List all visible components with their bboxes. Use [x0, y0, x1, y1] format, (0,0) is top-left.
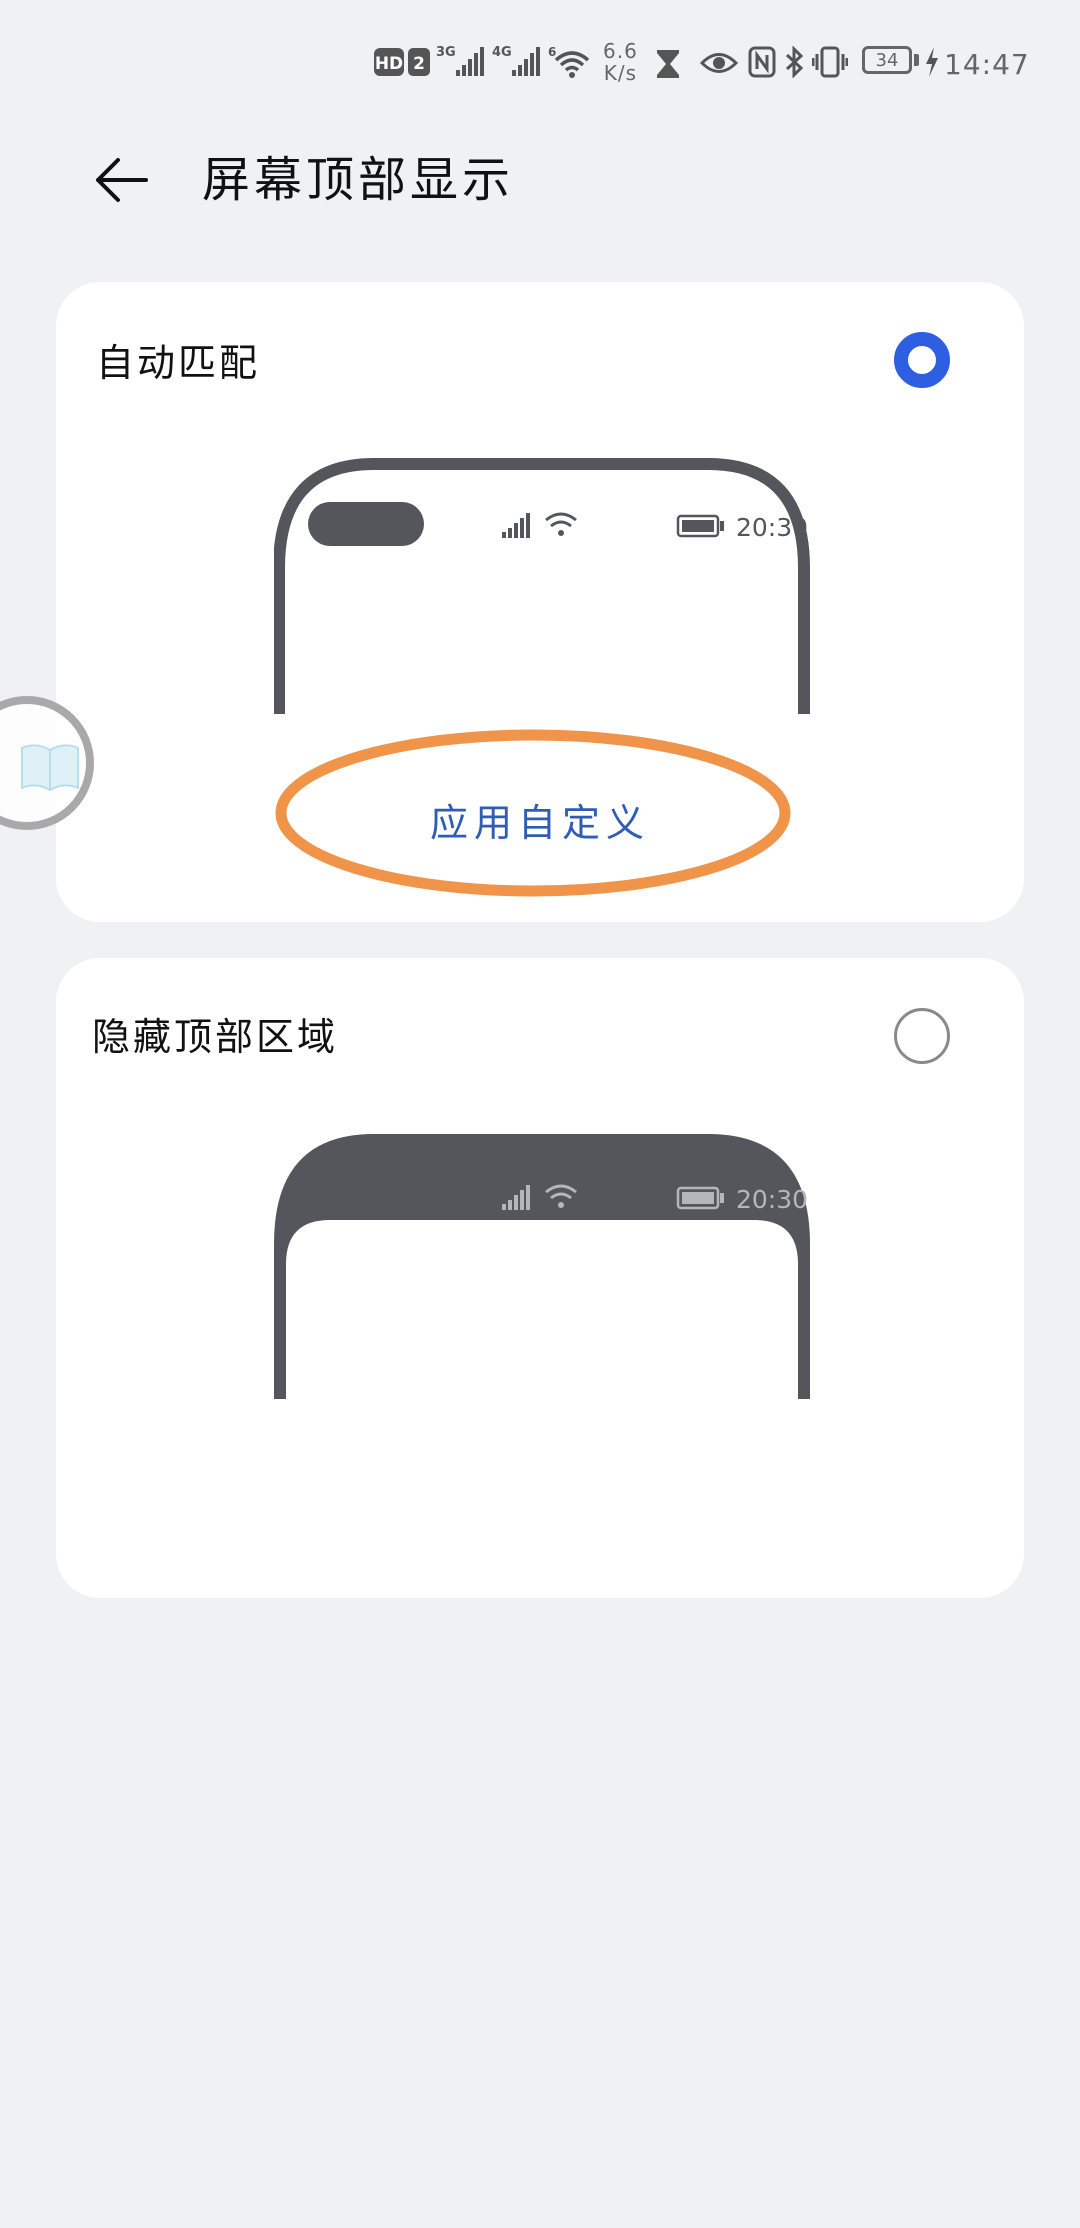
speed-value: 6.6	[603, 39, 638, 63]
preview-time: 20:30	[736, 513, 808, 542]
hd-voice-icon: HD 2	[374, 48, 434, 78]
option-card-hide-top[interactable]: 隐藏顶部区域 20:30	[56, 958, 1024, 1598]
status-time: 14:47	[944, 48, 1030, 81]
preview-signal-icon	[502, 513, 530, 538]
arrow-left-icon	[96, 158, 148, 202]
wifi-gen-label: 6	[548, 45, 556, 59]
status-bar: HD 2 3G 4G 6 6.6 K/s 34 14:47	[0, 40, 1080, 90]
preview-time: 20:30	[736, 1185, 808, 1214]
camera-pill-icon	[308, 502, 424, 546]
network-speed: 6.6 K/s	[603, 40, 638, 84]
option-label-auto-match: 自动匹配	[96, 341, 261, 385]
charging-icon	[924, 46, 940, 78]
net1-label: 3G	[436, 45, 456, 60]
radio-auto-match[interactable]	[894, 332, 950, 388]
preview-wifi-icon	[545, 512, 577, 536]
sim2-label: 2	[413, 54, 425, 74]
vibrate-icon	[812, 46, 848, 78]
signal-3g-icon: 3G	[436, 42, 486, 80]
hourglass-icon	[654, 48, 682, 80]
net2-label: 4G	[492, 45, 512, 60]
eye-comfort-icon	[700, 50, 738, 76]
preview-battery-icon	[676, 514, 724, 538]
book-icon	[21, 744, 79, 792]
radio-hide-top[interactable]	[894, 1008, 950, 1064]
speed-unit: K/s	[603, 61, 638, 85]
app-custom-caption: 应用自定义	[429, 801, 650, 845]
option-label-hide-top: 隐藏顶部区域	[92, 1015, 339, 1059]
wifi-6-icon: 6	[548, 44, 592, 80]
page-title: 屏幕顶部显示	[202, 152, 515, 208]
hd-label: HD	[375, 54, 403, 74]
signal-4g-icon: 4G	[492, 42, 542, 80]
clock: 14:47	[944, 48, 1030, 81]
battery-level: 34	[875, 49, 899, 71]
back-button[interactable]	[92, 150, 152, 210]
nfc-icon	[748, 46, 776, 78]
preview-hide-top: 20:30	[274, 1134, 810, 1399]
option-card-auto-match[interactable]: 自动匹配 20:30 应用自定义	[0, 282, 1024, 922]
bluetooth-icon	[784, 46, 806, 78]
battery-icon: 34	[862, 46, 919, 74]
